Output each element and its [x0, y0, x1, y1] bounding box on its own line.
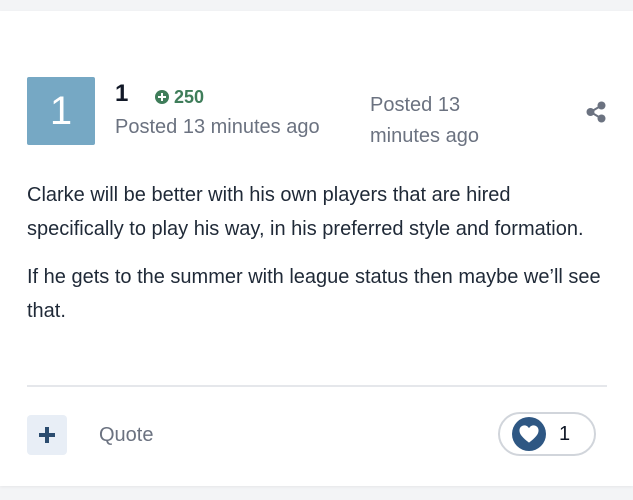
post-content: Clarke will be better with his own playe… — [27, 178, 612, 342]
post-paragraph: If he gets to the summer with league sta… — [27, 266, 601, 322]
plus-circle-icon — [154, 89, 170, 105]
reputation-badge: 250 — [154, 86, 204, 108]
forum-post-card: 1 1 250 Posted 13 minutes ago Posted 13 … — [0, 11, 633, 486]
reaction-button[interactable]: 1 — [498, 412, 596, 456]
author-posted-time: Posted 13 minutes ago — [115, 116, 320, 138]
share-icon[interactable] — [585, 101, 607, 123]
plus-icon — [38, 426, 56, 444]
author-name[interactable]: 1 — [115, 79, 128, 109]
reaction-count: 1 — [559, 423, 571, 445]
post-timestamp[interactable]: Posted 13 minutes ago — [370, 90, 520, 152]
post-paragraph: Clarke will be better with his own playe… — [27, 184, 584, 240]
quote-button[interactable]: Quote — [99, 422, 153, 448]
heart-icon — [512, 417, 546, 451]
reputation-count: 250 — [174, 87, 205, 107]
divider — [27, 385, 607, 387]
avatar-letter: 1 — [49, 88, 73, 133]
avatar[interactable]: 1 — [27, 77, 95, 145]
multiquote-add-button[interactable] — [27, 415, 67, 455]
